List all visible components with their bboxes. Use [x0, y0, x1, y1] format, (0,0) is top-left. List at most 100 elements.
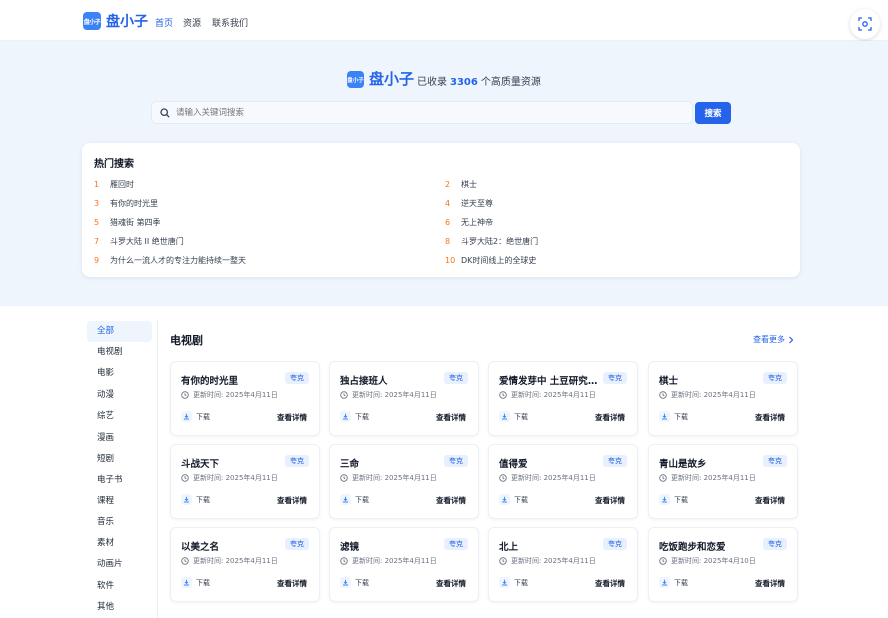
card-badge: 夸克: [444, 455, 468, 467]
card-title[interactable]: 青山是故乡: [659, 456, 759, 470]
resource-card[interactable]: 北上 夸克 更新时间: 2025年4月11日 下载 查看详情: [488, 527, 638, 602]
card-download-button[interactable]: 下载: [340, 494, 369, 505]
view-more-label: 查看更多: [753, 335, 785, 344]
card-title[interactable]: 值得爱: [499, 456, 599, 470]
hot-text: 为什么一流人才的专注力能持续一整天: [110, 256, 246, 265]
sidebar-item-course[interactable]: 课程: [87, 491, 152, 512]
sidebar-item-music[interactable]: 音乐: [87, 512, 152, 533]
card-title[interactable]: 有你的时光里: [181, 373, 281, 387]
resource-card[interactable]: 吃饭跑步和恋爱 夸克 更新时间: 2025年4月10日 下载 查看详情: [648, 527, 798, 602]
download-icon: [340, 494, 351, 505]
nav-link-resources[interactable]: 资源: [183, 16, 201, 29]
resource-card[interactable]: 独占接班人 夸克 更新时间: 2025年4月11日 下载 查看详情: [329, 361, 479, 436]
hot-text: DK时间线上的全球史: [461, 256, 537, 265]
sidebar-item-comic[interactable]: 漫画: [87, 428, 152, 449]
card-title[interactable]: 棋士: [659, 373, 759, 387]
sidebar-item-tv[interactable]: 电视剧: [87, 342, 152, 363]
hot-search-item[interactable]: 7 斗罗大陆 II 绝世唐门: [94, 236, 184, 247]
card-detail-button[interactable]: 查看详情: [436, 495, 466, 506]
download-icon: [181, 411, 192, 422]
card-download-button[interactable]: 下载: [340, 577, 369, 588]
hot-search-item[interactable]: 5 猎魂街 第四季: [94, 217, 161, 228]
sidebar-item-material[interactable]: 素材: [87, 533, 152, 554]
clock-icon: [340, 391, 348, 399]
card-detail-button[interactable]: 查看详情: [436, 412, 466, 423]
sidebar-item-ebook[interactable]: 电子书: [87, 470, 152, 491]
hot-search-item[interactable]: 1 雁回时: [94, 179, 134, 190]
resource-card[interactable]: 棋士 夸克 更新时间: 2025年4月11日 下载 查看详情: [648, 361, 798, 436]
card-detail-button[interactable]: 查看详情: [755, 495, 785, 506]
resource-card[interactable]: 斗战天下 夸克 更新时间: 2025年4月11日 下载 查看详情: [170, 444, 320, 519]
sidebar-item-short-drama[interactable]: 短剧: [87, 449, 152, 470]
hot-search-item[interactable]: 9 为什么一流人才的专注力能持续一整天: [94, 255, 246, 266]
card-detail-button[interactable]: 查看详情: [595, 412, 625, 423]
sidebar-item-movie[interactable]: 电影: [87, 363, 152, 384]
card-detail-button[interactable]: 查看详情: [277, 495, 307, 506]
card-download-button[interactable]: 下载: [181, 577, 210, 588]
resource-card[interactable]: 值得爱 夸克 更新时间: 2025年4月11日 下载 查看详情: [488, 444, 638, 519]
resource-card[interactable]: 爱情发芽中 土豆研究所 (2025) 夸克 更新时间: 2025年4月11日 下…: [488, 361, 638, 436]
sidebar-item-cartoon[interactable]: 动画片: [87, 554, 152, 575]
card-download-button[interactable]: 下载: [340, 411, 369, 422]
scan-icon: [858, 17, 872, 31]
download-icon: [181, 494, 192, 505]
resource-card[interactable]: 青山是故乡 夸克 更新时间: 2025年4月11日 下载 查看详情: [648, 444, 798, 519]
chevron-right-icon: [789, 336, 794, 343]
card-download-button[interactable]: 下载: [499, 494, 528, 505]
card-title[interactable]: 独占接班人: [340, 373, 440, 387]
sidebar-item-software[interactable]: 软件: [87, 576, 152, 597]
nav-link-contact[interactable]: 联系我们: [212, 16, 248, 29]
card-download-button[interactable]: 下载: [659, 411, 688, 422]
card-time: 更新时间: 2025年4月11日: [659, 390, 756, 400]
nav-link-home[interactable]: 首页: [155, 16, 173, 29]
card-title[interactable]: 三命: [340, 456, 440, 470]
resource-card[interactable]: 滤镜 夸克 更新时间: 2025年4月11日 下载 查看详情: [329, 527, 479, 602]
card-title[interactable]: 以美之名: [181, 539, 281, 553]
card-download-button[interactable]: 下载: [499, 411, 528, 422]
card-title[interactable]: 滤镜: [340, 539, 440, 553]
clock-icon: [499, 557, 507, 565]
card-detail-button[interactable]: 查看详情: [277, 578, 307, 589]
brand-name[interactable]: 盘小子: [106, 11, 148, 31]
hot-search-item[interactable]: 8 斗罗大陆2：绝世唐门: [445, 236, 538, 247]
card-detail-button[interactable]: 查看详情: [595, 495, 625, 506]
card-time-text: 更新时间: 2025年4月11日: [511, 474, 596, 482]
clock-icon: [181, 557, 189, 565]
sidebar-item-other[interactable]: 其他: [87, 597, 152, 618]
hot-search-item[interactable]: 6 无上神帝: [445, 217, 493, 228]
card-download-button[interactable]: 下载: [181, 411, 210, 422]
card-download-button[interactable]: 下载: [659, 577, 688, 588]
card-detail-button[interactable]: 查看详情: [277, 412, 307, 423]
card-title[interactable]: 吃饭跑步和恋爱: [659, 539, 759, 553]
card-download-button[interactable]: 下载: [659, 494, 688, 505]
hot-search-item[interactable]: 4 逆天至尊: [445, 198, 493, 209]
resource-card[interactable]: 有你的时光里 夸克 更新时间: 2025年4月11日 下载 查看详情: [170, 361, 320, 436]
card-badge: 夸克: [763, 455, 787, 467]
hot-search-card: 热门搜索 1 雁回时 2 棋士 3 有你的时光里 4 逆天至尊 5 猎魂街 第四季 6 无上…: [82, 143, 800, 277]
card-title[interactable]: 爱情发芽中 土豆研究所 (2025): [499, 373, 599, 387]
card-detail-button[interactable]: 查看详情: [755, 412, 785, 423]
hot-search-item[interactable]: 2 棋士: [445, 179, 477, 190]
scan-button[interactable]: [850, 9, 880, 39]
resource-card[interactable]: 以美之名 夸克 更新时间: 2025年4月11日 下载 查看详情: [170, 527, 320, 602]
card-title[interactable]: 斗战天下: [181, 456, 281, 470]
hot-search-item[interactable]: 10 DK时间线上的全球史: [445, 255, 536, 266]
hot-search-item[interactable]: 3 有你的时光里: [94, 198, 158, 209]
card-detail-button[interactable]: 查看详情: [436, 578, 466, 589]
clock-icon: [659, 474, 667, 482]
view-more-link[interactable]: 查看更多: [753, 334, 794, 345]
sidebar-item-all[interactable]: 全部: [87, 321, 152, 342]
hero-stats: 已收录 3306 个高质量资源: [417, 73, 541, 88]
card-title[interactable]: 北上: [499, 539, 599, 553]
logo-icon[interactable]: 盘小子: [83, 12, 101, 30]
card-download-button[interactable]: 下载: [499, 577, 528, 588]
resource-card[interactable]: 三命 夸克 更新时间: 2025年4月11日 下载 查看详情: [329, 444, 479, 519]
card-detail-button[interactable]: 查看详情: [595, 578, 625, 589]
card-download-label: 下载: [355, 412, 369, 421]
card-download-button[interactable]: 下载: [181, 494, 210, 505]
sidebar-item-variety[interactable]: 综艺: [87, 406, 152, 427]
card-detail-button[interactable]: 查看详情: [755, 578, 785, 589]
sidebar-item-anime[interactable]: 动漫: [87, 385, 152, 406]
search-input[interactable]: [176, 106, 676, 120]
search-button[interactable]: 搜索: [695, 102, 731, 124]
